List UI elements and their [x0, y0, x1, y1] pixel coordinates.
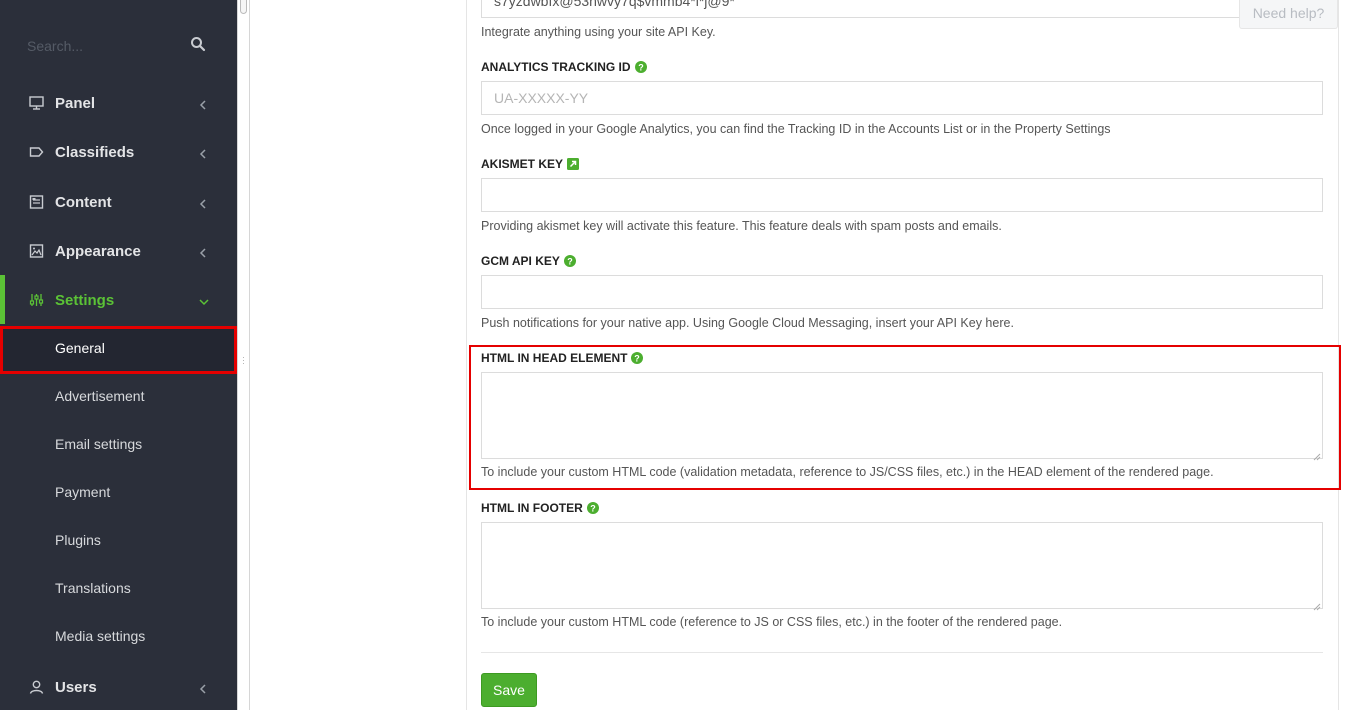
- html-footer-label-text: HTML IN FOOTER: [481, 501, 583, 515]
- sidebar-item-label: Users: [55, 679, 97, 696]
- html-footer-textarea[interactable]: [481, 522, 1323, 609]
- sidebar-subitem-advertisement[interactable]: Advertisement: [0, 374, 237, 422]
- sidebar-item-classifieds[interactable]: Classifieds: [0, 127, 237, 176]
- search-input[interactable]: [27, 36, 177, 56]
- gcm-label-text: GCM API KEY: [481, 254, 560, 268]
- chevron-left-icon: [198, 147, 210, 159]
- scrollbar-thumb[interactable]: [240, 0, 247, 14]
- sidebar-item-label: Content: [55, 194, 112, 211]
- svg-text:?: ?: [590, 503, 596, 513]
- divider: [481, 652, 1323, 653]
- sidebar-subitem-email-settings[interactable]: Email settings: [0, 422, 237, 470]
- sidebar-item-label: Classifieds: [55, 144, 135, 161]
- api-key-help: Integrate anything using your site API K…: [481, 25, 716, 39]
- sidebar-item-users[interactable]: Users: [0, 662, 237, 710]
- help-icon[interactable]: ?: [563, 255, 576, 267]
- akismet-label-text: AKISMET KEY: [481, 157, 564, 171]
- sidebar-item-appearance[interactable]: Appearance: [0, 226, 237, 275]
- image-icon: [29, 244, 45, 260]
- svg-text:?: ?: [638, 62, 644, 72]
- svg-text:?: ?: [635, 353, 641, 363]
- grip-dots-icon: · · ·: [242, 352, 245, 368]
- api-key-input[interactable]: [481, 0, 1323, 18]
- save-button[interactable]: Save: [481, 673, 537, 707]
- chevron-left-icon: [198, 246, 210, 258]
- help-icon[interactable]: ?: [631, 352, 644, 364]
- sidebar-item-label: Settings: [55, 292, 115, 309]
- sidebar-subitem-plugins[interactable]: Plugins: [0, 518, 237, 566]
- need-help-button[interactable]: Need help?: [1239, 0, 1338, 29]
- external-link-icon[interactable]: [567, 158, 580, 170]
- sidebar-search: [0, 26, 237, 66]
- user-icon: [29, 680, 45, 696]
- sidebar-subitem-label: General: [55, 340, 105, 356]
- sidebar-subitem-translations[interactable]: Translations: [0, 566, 237, 614]
- sidebar-subitem-label: Payment: [55, 484, 111, 500]
- html-head-help: To include your custom HTML code (valida…: [481, 465, 1214, 479]
- chevron-down-icon: [198, 295, 210, 307]
- gcm-help: Push notifications for your native app. …: [481, 316, 1014, 330]
- search-icon[interactable]: [190, 36, 210, 56]
- sliders-icon: [29, 293, 45, 309]
- svg-text:?: ?: [567, 256, 573, 266]
- document-icon: [29, 195, 45, 211]
- help-icon[interactable]: ?: [634, 61, 647, 73]
- help-icon[interactable]: ?: [586, 502, 599, 514]
- sidebar-item-content[interactable]: Content: [0, 177, 237, 226]
- sidebar-subitem-media-settings[interactable]: Media settings: [0, 614, 237, 662]
- sidebar-item-settings[interactable]: Settings: [0, 275, 237, 324]
- akismet-help: Providing akismet key will activate this…: [481, 219, 1002, 233]
- chevron-left-icon: [198, 197, 210, 209]
- sidebar-subitem-label: Translations: [55, 580, 131, 596]
- html-head-textarea[interactable]: [481, 372, 1323, 459]
- sidebar-item-label: Panel: [55, 95, 96, 112]
- sidebar-subitem-label: Plugins: [55, 532, 101, 548]
- analytics-label-text: ANALYTICS TRACKING ID: [481, 60, 631, 74]
- html-head-label: HTML IN HEAD ELEMENT ?: [481, 351, 644, 365]
- sidebar-item-panel[interactable]: Panel: [0, 78, 237, 127]
- sidebar-subitem-label: Email settings: [55, 436, 143, 452]
- resize-grip-icon[interactable]: [1312, 598, 1321, 611]
- akismet-label: AKISMET KEY: [481, 157, 580, 171]
- sidebar-item-label: Appearance: [55, 243, 141, 260]
- monitor-icon: [29, 96, 45, 112]
- chevron-left-icon: [198, 682, 210, 694]
- resize-grip-icon[interactable]: [1312, 448, 1321, 461]
- sidebar-subitem-label: Media settings: [55, 628, 146, 644]
- sidebar-subitem-label: Advertisement: [55, 388, 145, 404]
- analytics-tracking-id-input[interactable]: [481, 81, 1323, 115]
- sidebar: Panel Classifieds Content Appearance Set…: [0, 0, 237, 710]
- html-footer-label: HTML IN FOOTER ?: [481, 501, 599, 515]
- gcm-label: GCM API KEY ?: [481, 254, 576, 268]
- sidebar-subitem-payment[interactable]: Payment: [0, 470, 237, 518]
- sidebar-subitem-general[interactable]: General: [0, 326, 237, 374]
- html-footer-help: To include your custom HTML code (refere…: [481, 615, 1063, 629]
- tag-icon: [29, 145, 45, 161]
- analytics-label: ANALYTICS TRACKING ID ?: [481, 60, 647, 74]
- sidebar-resize-handle[interactable]: · · ·: [237, 0, 250, 710]
- html-head-label-text: HTML IN HEAD ELEMENT: [481, 351, 628, 365]
- chevron-left-icon: [198, 98, 210, 110]
- analytics-help: Once logged in your Google Analytics, yo…: [481, 122, 1111, 136]
- gcm-api-key-input[interactable]: [481, 275, 1323, 309]
- akismet-key-input[interactable]: [481, 178, 1323, 212]
